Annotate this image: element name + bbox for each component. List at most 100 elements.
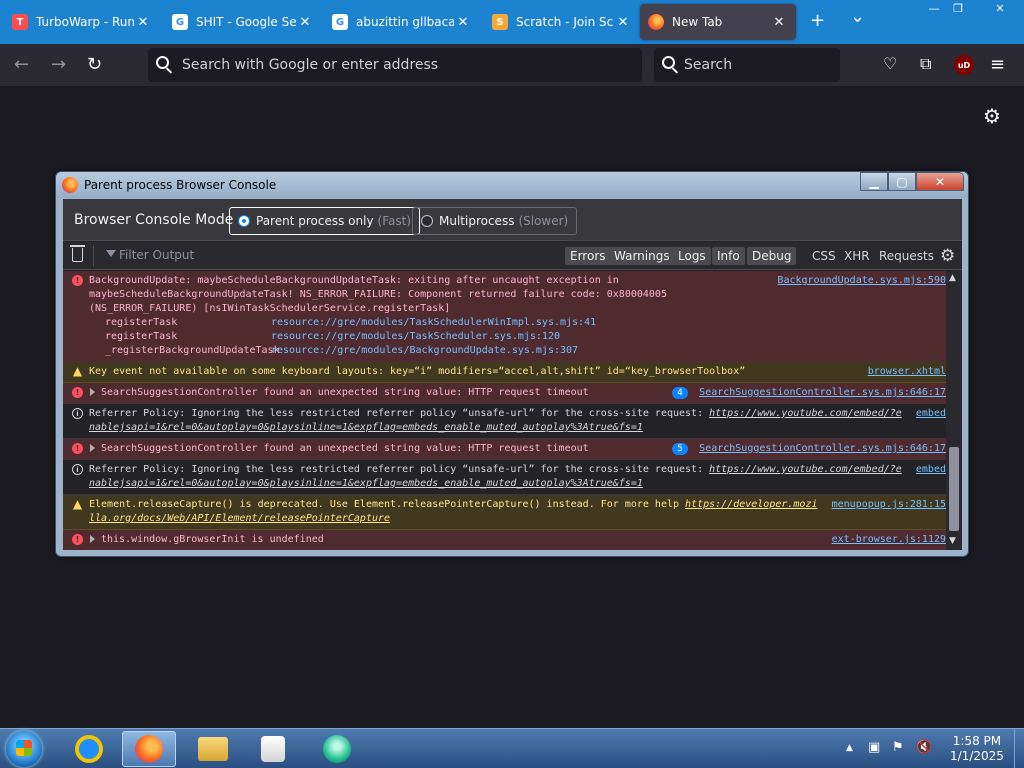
pocket-icon[interactable]: ♡	[883, 54, 897, 73]
search-bar[interactable]: Search	[654, 48, 840, 82]
mode-parent-process-button[interactable]: Parent process only (Fast)	[229, 207, 421, 235]
scrollbar-thumb[interactable]	[949, 447, 959, 531]
search-icon	[156, 56, 169, 69]
stack-location-link[interactable]: resource://gre/modules/TaskScheduler.sys…	[271, 330, 560, 344]
mode-multiprocess-button[interactable]: Multiprocess (Slower)	[412, 207, 578, 235]
show-hidden-icons[interactable]: ▲	[846, 743, 853, 753]
reload-icon[interactable]: ↻	[87, 54, 102, 75]
filter-css-button[interactable]: CSS	[812, 249, 836, 263]
close-icon[interactable]: ✕	[134, 15, 152, 30]
message-url-link[interactable]: https://developer.mozi	[685, 499, 817, 510]
taskbar-file-explorer[interactable]	[186, 731, 240, 767]
close-icon[interactable]: ✕	[770, 15, 788, 30]
stack-function: registerTask	[105, 331, 178, 342]
message-url-link[interactable]: nablejsapi=1&rel=0&autoplay=0&playsinlin…	[89, 477, 946, 491]
system-clock[interactable]: 1:58 PM 1/1/2025	[950, 734, 1004, 764]
trash-icon[interactable]	[70, 245, 85, 262]
message-source-link[interactable]: browser.xhtml	[868, 365, 946, 379]
start-button[interactable]	[6, 731, 42, 767]
filter-logs-button[interactable]: Logs	[673, 247, 711, 265]
message-url-link[interactable]: https://www.youtube.com/embed/?e	[709, 464, 902, 475]
message-url-link[interactable]: https://www.youtube.com/embed/?e	[709, 408, 902, 419]
filter-warnings-button[interactable]: Warnings	[609, 247, 675, 265]
tab-turbowarp[interactable]: T TurboWarp - Run S ✕	[4, 4, 160, 40]
radio-selected-icon	[238, 215, 250, 227]
taskbar-firefox[interactable]	[122, 731, 176, 767]
forward-icon[interactable]: →	[51, 54, 66, 75]
tab-list-icon[interactable]: ⌄	[850, 6, 865, 27]
gear-icon[interactable]: ⚙	[983, 104, 1001, 128]
console-message[interactable]: ! SearchSuggestionController found an un…	[63, 439, 946, 460]
warning-icon: ▲	[72, 497, 83, 511]
firefox-icon	[648, 14, 664, 30]
close-window-icon[interactable]: ✕	[980, 0, 1020, 18]
taskbar-internet-explorer[interactable]	[62, 731, 116, 767]
message-source-link[interactable]: ext-browser.js:1129	[832, 533, 946, 547]
message-source-link[interactable]: SearchSuggestionController.sys.mjs:646:1…	[699, 386, 946, 400]
filter-input[interactable]: Filter Output	[119, 248, 194, 262]
close-icon[interactable]: ✕	[454, 15, 472, 30]
console-scrollbar[interactable]: ▲ ▼	[946, 271, 962, 550]
scroll-down-icon[interactable]: ▼	[949, 536, 956, 546]
close-icon[interactable]: ✕	[916, 172, 964, 191]
tab-google-search-2[interactable]: G abuzittin gllbacak - ✕	[324, 4, 480, 40]
stack-location-link[interactable]: resource://gre/modules/BackgroundUpdate.…	[271, 344, 578, 358]
taskbar-app[interactable]	[310, 731, 364, 767]
show-desktop-button[interactable]	[1014, 729, 1024, 768]
filter-debug-button[interactable]: Debug	[747, 247, 797, 265]
expand-toggle-icon[interactable]	[90, 444, 95, 452]
message-source-link[interactable]: BackgroundUpdate.sys.mjs:590	[777, 274, 946, 288]
expand-toggle-icon[interactable]	[90, 388, 95, 396]
message-body: Element.releaseCapture() is deprecated. …	[89, 499, 686, 510]
console-message[interactable]: i Referrer Policy: Ignoring the less res…	[63, 460, 946, 495]
console-titlebar[interactable]: Parent process Browser Console ▁ ▢ ✕	[56, 172, 968, 198]
restore-icon[interactable]: ❐	[942, 0, 974, 18]
volume-muted-icon[interactable]: 🔇	[916, 740, 932, 755]
menu-icon[interactable]: ≡	[990, 54, 1005, 75]
tab-scratch[interactable]: S Scratch - Join Scrat ✕	[484, 4, 640, 40]
message-body: Referrer Policy: Ignoring the less restr…	[89, 408, 710, 419]
console-message[interactable]: i Referrer Policy: Ignoring the less res…	[63, 404, 946, 439]
file-explorer-icon	[198, 737, 228, 761]
scroll-up-icon[interactable]: ▲	[949, 273, 956, 283]
scratch-icon: S	[492, 14, 508, 30]
action-center-flag-icon[interactable]: ⚑	[892, 740, 904, 755]
close-icon[interactable]: ✕	[614, 15, 632, 30]
message-source-link[interactable]: menupopup.js:281:15	[832, 498, 946, 512]
filter-requests-button[interactable]: Requests	[879, 249, 934, 263]
console-message[interactable]: ! BackgroundUpdate: maybeScheduleBackgro…	[63, 271, 946, 362]
close-icon[interactable]: ✕	[296, 15, 314, 30]
message-url-link[interactable]: nablejsapi=1&rel=0&autoplay=0&playsinlin…	[89, 421, 946, 435]
message-url-link[interactable]: lla.org/docs/Web/API/Element/releasePoin…	[89, 512, 946, 526]
extensions-icon[interactable]: ⧉	[920, 54, 931, 74]
minimize-icon[interactable]: ▁	[860, 172, 888, 191]
stack-location-link[interactable]: resource://gre/modules/TaskSchedulerWinI…	[271, 316, 596, 330]
tab-new-tab[interactable]: New Tab ✕	[640, 4, 796, 40]
network-icon[interactable]: ▣	[868, 740, 880, 755]
message-source-link[interactable]: embed	[916, 463, 946, 477]
message-source-link[interactable]: embed	[916, 407, 946, 421]
console-message[interactable]: ▲ Key event not available on some keyboa…	[63, 362, 946, 383]
filter-info-button[interactable]: Info	[712, 247, 745, 265]
message-body: Referrer Policy: Ignoring the less restr…	[89, 464, 710, 475]
error-icon: !	[72, 387, 83, 398]
tab-google-search-1[interactable]: G SHIT - Google Sear ✕	[164, 4, 322, 40]
console-message[interactable]: ▲ Element.releaseCapture() is deprecated…	[63, 495, 946, 530]
new-tab-icon[interactable]: +	[810, 10, 825, 31]
filter-errors-button[interactable]: Errors	[565, 247, 611, 265]
maximize-icon[interactable]: ▢	[888, 172, 916, 191]
ublock-icon[interactable]: uD	[954, 55, 974, 75]
console-message[interactable]: ! SearchSuggestionController found an un…	[63, 383, 946, 404]
error-icon: !	[72, 275, 83, 286]
firefox-icon	[62, 177, 78, 193]
console-output: ! BackgroundUpdate: maybeScheduleBackgro…	[63, 271, 946, 550]
google-icon: G	[172, 14, 188, 30]
url-bar[interactable]: Search with Google or enter address	[148, 48, 642, 82]
filter-xhr-button[interactable]: XHR	[844, 249, 870, 263]
taskbar-media-player[interactable]	[246, 731, 300, 767]
expand-toggle-icon[interactable]	[90, 535, 95, 543]
message-source-link[interactable]: SearchSuggestionController.sys.mjs:646:1…	[699, 442, 946, 456]
console-message[interactable]: ! this.window.gBrowserInit is undefined …	[63, 530, 946, 550]
back-icon[interactable]: ←	[14, 54, 29, 75]
gear-icon[interactable]: ⚙	[940, 246, 955, 266]
